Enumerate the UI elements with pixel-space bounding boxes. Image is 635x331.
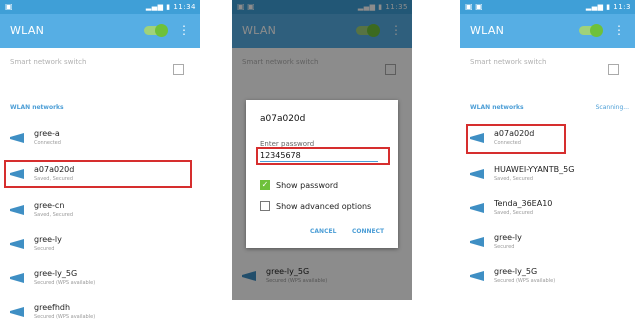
status-time: 11:3 — [613, 3, 631, 11]
app-bar: WLAN ⋮ — [0, 14, 200, 48]
wifi-network-item[interactable]: HUAWEI-YYANTB_5G Saved, Secured — [460, 160, 635, 190]
show-advanced-options-label: Show advanced options — [276, 202, 372, 211]
scanning-indicator: Scanning... — [595, 104, 629, 111]
show-advanced-options-checkbox[interactable] — [260, 201, 270, 211]
status-bar: ▣ ▂▄▆ ▮ 11:34 — [0, 0, 200, 14]
signal-icon: ▂▄▆ — [145, 3, 167, 11]
show-password-checkbox[interactable]: ✓ — [260, 180, 270, 190]
network-status: Saved, Secured — [494, 176, 533, 182]
status-time: 11:34 — [173, 3, 196, 11]
highlight-box — [466, 124, 566, 154]
smart-network-switch-row[interactable]: Smart network switch — [460, 52, 635, 94]
notification-icon: ▣ — [5, 2, 13, 11]
phone-screen-password-dialog: ▣ ▣ ▂▄▆ ▮ 11:35 WLAN ⋮ Smart network swi… — [232, 0, 412, 300]
show-password-label: Show password — [276, 181, 339, 190]
page-title: WLAN — [470, 24, 505, 37]
page-title: WLAN — [10, 24, 45, 37]
wifi-icon — [10, 239, 24, 249]
password-dialog: a07a020d Enter password 12345678 ✓ Show … — [246, 100, 398, 248]
wifi-icon — [470, 271, 484, 281]
phone-screen-connected: ▣ ▣ ▂▄▆ ▮ 11:3 WLAN ⋮ Smart network swit… — [460, 0, 635, 300]
highlight-box — [4, 160, 192, 188]
wifi-icon — [10, 133, 24, 143]
wifi-icon — [10, 205, 24, 215]
network-name: gree-cn — [34, 201, 65, 210]
signal-icon: ▂▄▆ — [585, 3, 607, 11]
network-name: gree-ly — [34, 235, 62, 244]
smart-network-switch-label: Smart network switch — [10, 58, 87, 66]
smart-network-switch-row[interactable]: Smart network switch — [0, 52, 200, 94]
phone-screen-wlan-list: ▣ ▂▄▆ ▮ 11:34 WLAN ⋮ Smart network switc… — [0, 0, 200, 331]
wifi-network-item[interactable]: gree-ly Secured — [0, 230, 200, 260]
wifi-network-item[interactable]: Tenda_36EA10 Saved, Secured — [460, 194, 635, 224]
network-name: greefhdh — [34, 303, 71, 312]
smart-network-switch-checkbox[interactable] — [608, 64, 619, 75]
wifi-icon — [10, 273, 24, 283]
section-header: WLAN networks — [470, 104, 524, 111]
highlight-box — [256, 147, 390, 165]
app-bar: WLAN ⋮ — [460, 14, 635, 48]
wifi-icon — [10, 307, 24, 317]
wifi-icon — [470, 203, 484, 213]
wifi-icon — [470, 169, 484, 179]
smart-network-switch-label: Smart network switch — [470, 58, 547, 66]
wlan-toggle[interactable] — [579, 24, 603, 37]
more-options-icon[interactable]: ⋮ — [613, 24, 625, 36]
network-name: HUAWEI-YYANTB_5G — [494, 165, 575, 174]
network-status: Secured (WPS available) — [34, 314, 96, 320]
section-header: WLAN networks — [10, 104, 64, 111]
wifi-network-item[interactable]: gree-a Connected — [0, 124, 200, 154]
network-name: gree-ly_5G — [494, 267, 538, 276]
connect-button[interactable]: CONNECT — [352, 228, 384, 235]
network-name: Tenda_36EA10 — [494, 199, 553, 208]
status-indicators: ▂▄▆ ▮ 11:3 — [586, 0, 631, 14]
network-status: Saved, Secured — [34, 212, 73, 218]
dialog-title: a07a020d — [260, 114, 306, 124]
wifi-network-item[interactable]: gree-ly Secured — [460, 228, 635, 258]
network-status: Secured (WPS available) — [34, 280, 96, 286]
network-name: gree-a — [34, 129, 60, 138]
wifi-network-item[interactable]: gree-cn Saved, Secured — [0, 196, 200, 226]
wifi-network-item[interactable]: gree-ly_5G Secured (WPS available) — [460, 262, 635, 292]
status-bar: ▣ ▣ ▂▄▆ ▮ 11:3 — [460, 0, 635, 14]
cancel-button[interactable]: CANCEL — [310, 228, 336, 235]
network-status: Secured (WPS available) — [494, 278, 556, 284]
network-name: gree-ly — [494, 233, 522, 242]
wifi-icon — [470, 237, 484, 247]
notification-icon: ▣ ▣ — [465, 2, 483, 11]
wifi-network-item[interactable]: gree-ly_5G Secured (WPS available) — [0, 264, 200, 294]
network-status: Secured — [34, 246, 55, 252]
network-status: Connected — [34, 140, 61, 146]
wifi-network-item[interactable]: greefhdh Secured (WPS available) — [0, 298, 200, 328]
status-indicators: ▂▄▆ ▮ 11:34 — [146, 0, 196, 14]
network-status: Secured — [494, 244, 515, 250]
more-options-icon[interactable]: ⋮ — [178, 24, 190, 36]
wlan-toggle[interactable] — [144, 24, 168, 37]
network-name: gree-ly_5G — [34, 269, 78, 278]
network-status: Saved, Secured — [494, 210, 533, 216]
smart-network-switch-checkbox[interactable] — [173, 64, 184, 75]
